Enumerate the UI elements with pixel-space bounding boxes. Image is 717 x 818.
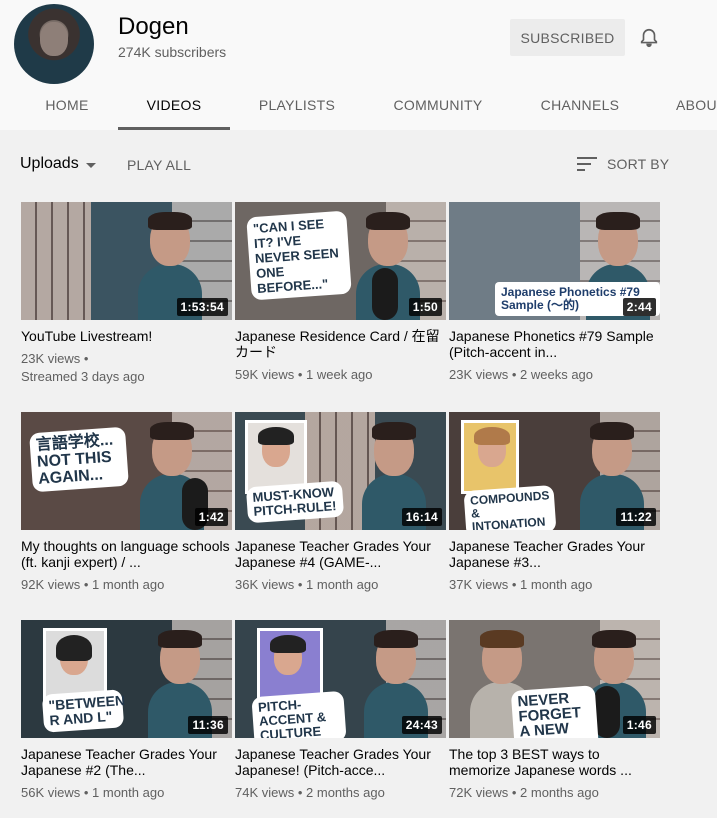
video-views: 23K views • 2 weeks ago (449, 367, 594, 382)
video-title[interactable]: Japanese Teacher Grades Your Japanese #2… (21, 746, 232, 778)
thumbnail-inset (257, 628, 323, 702)
thumbnail-callout: "CAN I SEE IT? I'VE NEVER SEEN ONE BEFOR… (246, 210, 352, 301)
uploads-dropdown[interactable]: Uploads (20, 155, 79, 173)
sort-by-button[interactable]: SORT BY (607, 156, 669, 172)
play-all-button[interactable]: PLAY ALL (127, 157, 191, 173)
thumbnail-callout: "BETWEEN R AND L" (41, 689, 126, 733)
microphone (594, 686, 620, 738)
video-card[interactable]: MUST-KNOW PITCH-RULE! 16:14 Japanese Tea… (235, 412, 446, 594)
video-duration: 1:53:54 (176, 298, 228, 316)
tab-videos[interactable]: VIDEOS (118, 90, 230, 130)
thumbnail-callout: NEVER FORGET A NEW WORD (510, 685, 600, 738)
sort-icon[interactable] (577, 156, 597, 172)
video-title[interactable]: YouTube Livestream! (21, 328, 232, 344)
thumbnail-callout: 言語学校... NOT THIS AGAIN... (29, 426, 129, 493)
video-duration: 1:46 (622, 716, 656, 734)
video-views: 56K views • 1 month ago (21, 785, 165, 800)
video-thumbnail[interactable]: MUST-KNOW PITCH-RULE! 16:14 (235, 412, 446, 530)
video-title[interactable]: The top 3 BEST ways to memorize Japanese… (449, 746, 660, 778)
video-thumbnail[interactable]: COMPOUNDS & INTONATION 11:22 (449, 412, 660, 530)
thumbnail-callout: PITCH-ACCENT & CULTURE (251, 690, 347, 738)
video-card[interactable]: COMPOUNDS & INTONATION 11:22 Japanese Te… (449, 412, 660, 594)
video-duration: 16:14 (401, 508, 442, 526)
video-card[interactable]: "BETWEEN R AND L" 11:36 Japanese Teacher… (21, 620, 232, 802)
subscriber-count: 274K subscribers (118, 44, 227, 60)
tab-playlists[interactable]: PLAYLISTS (252, 90, 342, 130)
channel-header: Dogen 274K subscribers SUBSCRIBED HOME V… (0, 0, 717, 130)
video-title[interactable]: Japanese Teacher Grades Your Japanese #4… (235, 538, 446, 570)
video-thumbnail[interactable]: "BETWEEN R AND L" 11:36 (21, 620, 232, 738)
video-thumbnail[interactable]: 言語学校... NOT THIS AGAIN... 1:42 (21, 412, 232, 530)
video-views: 72K views • 2 months ago (449, 785, 599, 800)
video-thumbnail[interactable]: Japanese Phonetics #79 Sample (〜的) 2:44 (449, 202, 660, 320)
video-title[interactable]: Japanese Teacher Grades Your Japanese #3… (449, 538, 660, 570)
video-title[interactable]: Japanese Teacher Grades Your Japanese! (… (235, 746, 446, 778)
video-title[interactable]: Japanese Residence Card / 在留カード (235, 328, 446, 360)
video-duration: 11:22 (616, 508, 656, 526)
video-thumbnail[interactable]: PITCH-ACCENT & CULTURE 24:43 (235, 620, 446, 738)
thumbnail-callout: MUST-KNOW PITCH-RULE! (245, 480, 345, 524)
video-thumbnail[interactable]: "CAN I SEE IT? I'VE NEVER SEEN ONE BEFOR… (235, 202, 446, 320)
video-duration: 1:42 (194, 508, 228, 526)
thumbnail-inset (461, 420, 519, 494)
video-views: 37K views • 1 month ago (449, 577, 593, 592)
avatar[interactable] (14, 4, 94, 84)
thumbnail-callout: COMPOUNDS & INTONATION (463, 484, 557, 530)
video-views: 23K views • (21, 351, 89, 366)
video-card[interactable]: PITCH-ACCENT & CULTURE 24:43 Japanese Te… (235, 620, 446, 802)
video-thumbnail[interactable]: NEVER FORGET A NEW WORD 1:46 (449, 620, 660, 738)
video-card[interactable]: 1:53:54 YouTube Livestream! 23K views • … (21, 202, 232, 386)
video-thumbnail[interactable]: 1:53:54 (21, 202, 232, 320)
microphone (372, 268, 398, 320)
tab-community[interactable]: COMMUNITY (388, 90, 488, 130)
caret-down-icon[interactable] (86, 163, 96, 168)
video-views: 92K views • 1 month ago (21, 577, 165, 592)
bell-icon[interactable] (638, 27, 660, 49)
video-duration: 2:44 (622, 298, 656, 316)
video-duration: 11:36 (188, 716, 228, 734)
thumbnail-background (21, 202, 91, 320)
video-duration: 1:50 (408, 298, 442, 316)
video-card[interactable]: Japanese Phonetics #79 Sample (〜的) 2:44 … (449, 202, 660, 384)
subscribed-button[interactable]: SUBSCRIBED (510, 19, 625, 56)
tab-channels[interactable]: CHANNELS (534, 90, 626, 130)
video-card[interactable]: 言語学校... NOT THIS AGAIN... 1:42 My though… (21, 412, 232, 594)
video-views: 36K views • 1 month ago (235, 577, 379, 592)
video-views: 74K views • 2 months ago (235, 785, 385, 800)
tab-home[interactable]: HOME (37, 90, 97, 130)
tab-about[interactable]: ABOU (676, 90, 717, 130)
video-title[interactable]: Japanese Phonetics #79 Sample (Pitch-acc… (449, 328, 660, 360)
channel-name: Dogen (118, 13, 189, 40)
video-card[interactable]: NEVER FORGET A NEW WORD 1:46 The top 3 B… (449, 620, 660, 802)
video-title[interactable]: My thoughts on language schools (ft. kan… (21, 538, 232, 570)
video-card[interactable]: "CAN I SEE IT? I'VE NEVER SEEN ONE BEFOR… (235, 202, 446, 384)
video-time: Streamed 3 days ago (21, 369, 145, 384)
video-duration: 24:43 (401, 716, 442, 734)
video-views: 59K views • 1 week ago (235, 367, 373, 382)
